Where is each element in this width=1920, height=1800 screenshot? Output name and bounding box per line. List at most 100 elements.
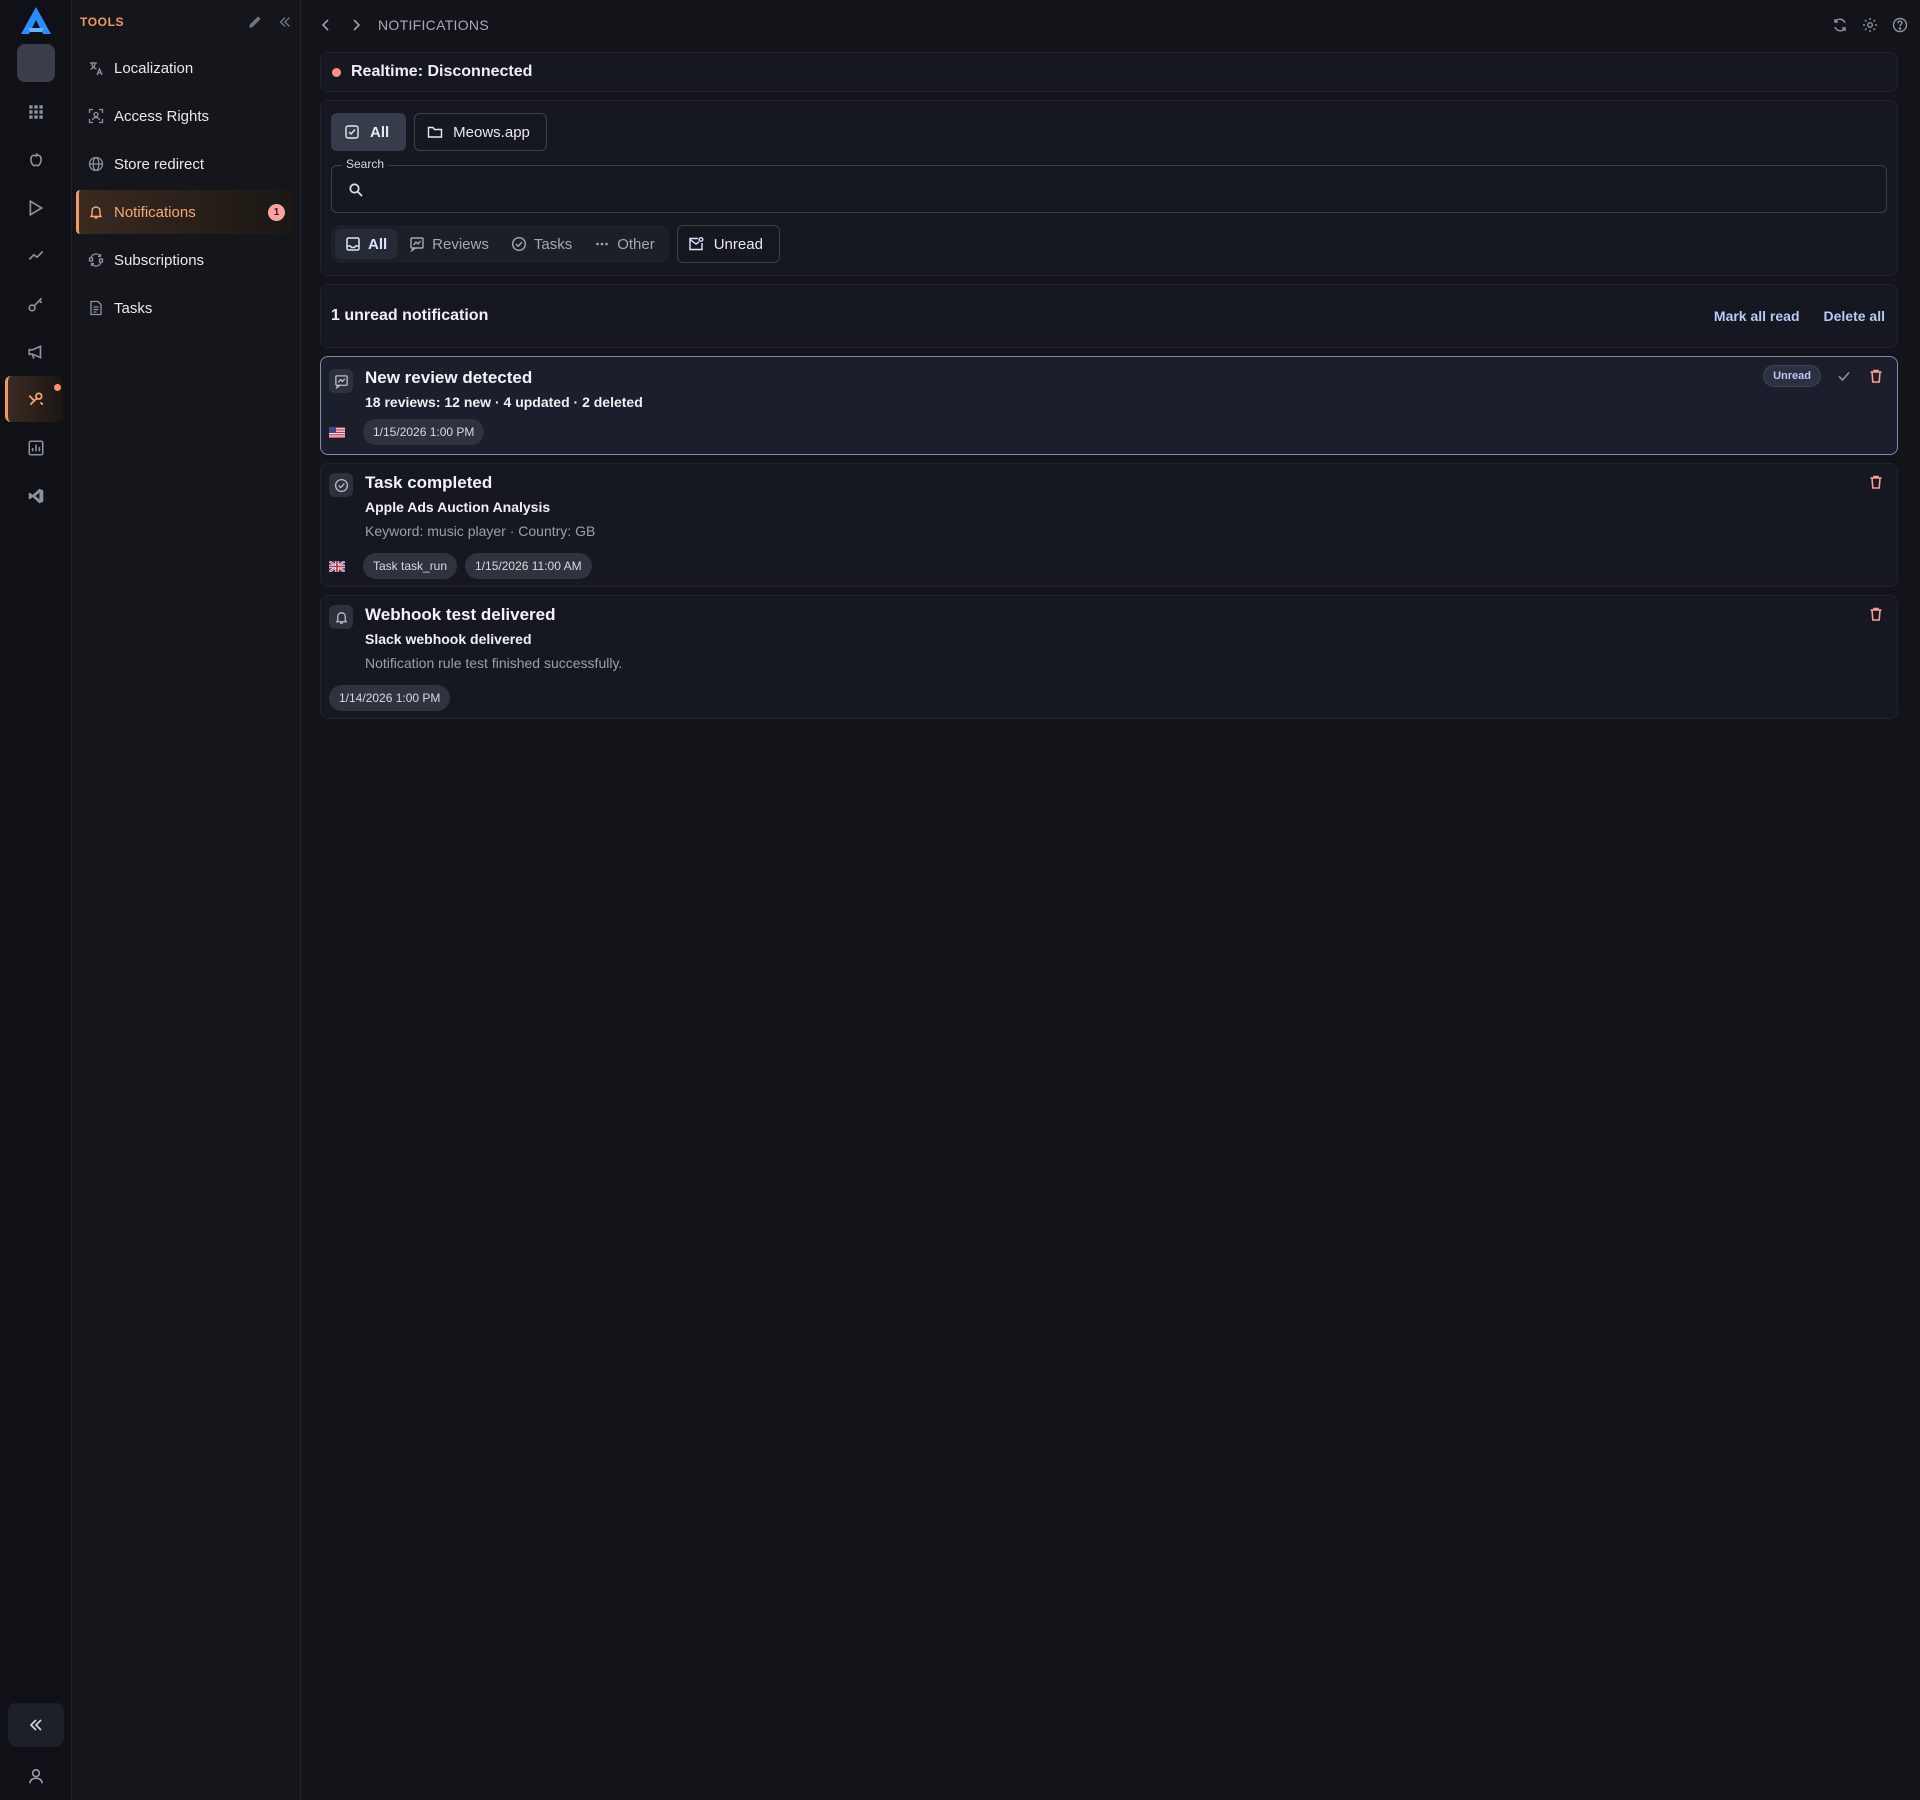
help-icon[interactable]: [1892, 17, 1908, 33]
notification-description: Keyword: music player · Country: GB: [365, 523, 596, 539]
notification-meta: 1/15/2026 1:00 PM: [329, 419, 485, 445]
check-circle-icon: [329, 473, 353, 497]
notification-subtitle: Apple Ads Auction Analysis: [365, 499, 551, 515]
sidebar-item-notifications[interactable]: Notifications 1: [76, 190, 293, 234]
scope-app-button[interactable]: Meows.app: [414, 113, 547, 151]
unread-filter-toggle[interactable]: Unread: [676, 225, 780, 263]
rail-play-store-icon[interactable]: [16, 188, 56, 228]
search-field[interactable]: Search: [331, 157, 1887, 213]
filters-card: All Meows.app Search All Reviews Tasks O…: [320, 100, 1898, 276]
sidebar-item-label: Store redirect: [114, 155, 205, 173]
scope-selector: All Meows.app: [331, 113, 547, 151]
review-icon: [329, 369, 353, 393]
sidebar-item-label: Access Rights: [114, 107, 210, 125]
search-input[interactable]: [376, 176, 1866, 204]
rail-tools-unread-dot: [54, 384, 61, 391]
rail-reports-icon[interactable]: [16, 428, 56, 468]
more-dots-icon: [596, 242, 609, 246]
notification-title: Webhook test delivered: [365, 605, 556, 624]
status-dot: [332, 67, 341, 77]
rail-apple-icon[interactable]: [16, 140, 56, 180]
notifications-count-badge: 1: [268, 203, 285, 221]
scope-all-button[interactable]: All: [331, 113, 407, 151]
edit-pencil-icon[interactable]: [247, 14, 263, 30]
timestamp-chip: 1/15/2026 1:00 PM: [363, 419, 485, 445]
unread-summary: 1 unread notification: [331, 307, 489, 324]
refresh-icon[interactable]: [1832, 17, 1848, 33]
gear-icon[interactable]: [1862, 17, 1878, 33]
user-profile-icon[interactable]: [16, 1756, 56, 1796]
sidebar-header: TOOLS: [80, 10, 293, 34]
rail-megaphone-icon[interactable]: [16, 332, 56, 372]
check-circle-icon: [511, 236, 526, 252]
inbox-icon: [346, 237, 360, 251]
notification-item[interactable]: New review detected 18 reviews: 12 new ·…: [320, 356, 1898, 455]
task-id-chip: Task task_run: [363, 553, 458, 579]
mail-unread-icon: [689, 237, 704, 251]
main-content: NOTIFICATIONS Realtime: Disconnected All…: [302, 0, 1920, 1800]
search-icon: [349, 183, 363, 197]
collapse-sidebar-icon[interactable]: [277, 14, 293, 30]
review-icon: [410, 237, 424, 252]
type-filter-row: All Reviews Tasks Other Unread: [331, 225, 780, 263]
notification-actions: [1867, 473, 1885, 491]
tab-reviews[interactable]: Reviews: [399, 229, 499, 259]
tab-other[interactable]: Other: [584, 229, 665, 259]
rail-tools-icon[interactable]: [5, 376, 63, 422]
rail-key-icon[interactable]: [16, 284, 56, 324]
sidebar-item-access-rights[interactable]: Access Rights: [76, 94, 293, 138]
search-label: Search: [342, 157, 389, 171]
notification-meta: Task task_run 1/15/2026 11:00 AM: [329, 553, 592, 579]
icon-rail: [0, 0, 72, 1800]
bell-icon: [329, 605, 353, 629]
access-icon: [88, 108, 104, 124]
notification-item[interactable]: Webhook test delivered Slack webhook del…: [320, 595, 1898, 719]
collapse-rail-button[interactable]: [8, 1703, 64, 1747]
timestamp-chip: 1/14/2026 1:00 PM: [329, 685, 451, 711]
tab-label: Other: [617, 235, 655, 253]
folder-icon: [427, 126, 443, 138]
tasks-icon: [88, 300, 104, 316]
rail-dashboard-icon[interactable]: [16, 92, 56, 132]
sidebar-item-subscriptions[interactable]: Subscriptions: [76, 238, 293, 282]
sidebar-item-tasks[interactable]: Tasks: [76, 286, 293, 330]
checkbox-icon: [345, 125, 359, 139]
tab-label: All: [368, 235, 388, 253]
back-arrow-icon[interactable]: [318, 17, 334, 33]
realtime-status-text: Realtime: Disconnected: [351, 63, 533, 80]
delete-all-button[interactable]: Delete all: [1824, 308, 1885, 324]
globe-icon: [88, 156, 104, 172]
rail-vscode-icon[interactable]: [16, 476, 56, 516]
brand-logo-icon: [21, 7, 51, 34]
tab-tasks[interactable]: Tasks: [501, 229, 582, 259]
delete-trash-icon[interactable]: [1867, 473, 1885, 491]
sidebar-item-label: Subscriptions: [114, 251, 205, 269]
sidebar-item-label: Tasks: [114, 299, 153, 317]
realtime-status-card: Realtime: Disconnected: [320, 52, 1898, 92]
translate-icon: [88, 60, 104, 76]
delete-trash-icon[interactable]: [1867, 367, 1885, 385]
type-filter-tabs: All Reviews Tasks Other: [331, 225, 669, 263]
scope-all-label: All: [370, 123, 390, 141]
mark-all-read-button[interactable]: Mark all read: [1714, 308, 1800, 324]
notification-item[interactable]: Task completed Apple Ads Auction Analysi…: [320, 463, 1898, 587]
bell-icon: [88, 204, 104, 220]
unread-badge: Unread: [1763, 365, 1821, 387]
top-bar: NOTIFICATIONS: [318, 12, 1908, 38]
rail-trend-icon[interactable]: [16, 236, 56, 276]
forward-arrow-icon[interactable]: [348, 17, 364, 33]
sidebar-item-store-redirect[interactable]: Store redirect: [76, 142, 293, 186]
notification-actions: [1867, 605, 1885, 623]
gb-flag-icon: [329, 560, 345, 572]
notification-actions: Unread: [1763, 365, 1885, 387]
unread-filter-label: Unread: [713, 235, 763, 253]
scope-app-label: Meows.app: [453, 123, 530, 141]
tools-sidebar: TOOLS Localization Access Rights Store r…: [72, 0, 301, 1800]
notification-subtitle: Slack webhook delivered: [365, 631, 532, 647]
app-switcher-avatar[interactable]: [17, 44, 55, 82]
sidebar-item-localization[interactable]: Localization: [76, 46, 293, 90]
mark-read-check-icon[interactable]: [1835, 367, 1853, 385]
delete-trash-icon[interactable]: [1867, 605, 1885, 623]
tab-label: Reviews: [432, 235, 489, 253]
tab-all[interactable]: All: [335, 229, 398, 259]
